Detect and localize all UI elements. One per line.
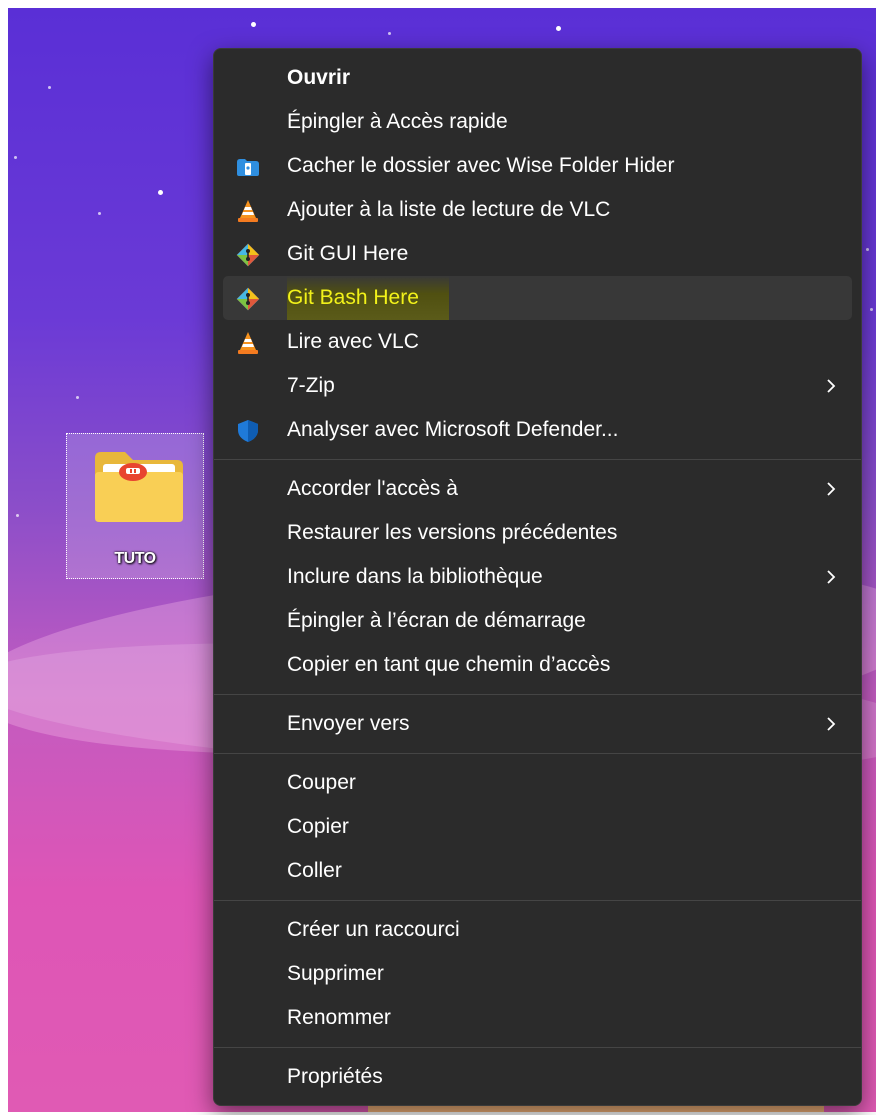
chevron-right-icon [824, 378, 838, 394]
menu-item-label: Inclure dans la bibliothèque [287, 565, 543, 588]
menu-item-git-bash-here[interactable]: Git Bash Here [223, 276, 852, 320]
wallpaper-star [870, 308, 873, 311]
menu-item-label: Restaurer les versions précédentes [287, 521, 618, 544]
menu-item-ouvrir[interactable]: Ouvrir [223, 56, 852, 100]
menu-item-coller[interactable]: Coller [223, 849, 852, 893]
menu-item-label: Ajouter à la liste de lecture de VLC [287, 198, 611, 221]
taskbar-edge [368, 1106, 824, 1112]
vlc-icon [235, 198, 261, 224]
menu-item-proprietes[interactable]: Propriétés [223, 1055, 852, 1099]
menu-item-label: Supprimer [287, 962, 384, 985]
menu-item-analyser-avec-microsoft-defender[interactable]: Analyser avec Microsoft Defender... [223, 408, 852, 452]
menu-separator [214, 753, 861, 754]
vlc-icon [235, 330, 261, 356]
wallpaper-star [556, 26, 561, 31]
menu-item-label: Épingler à l’écran de démarrage [287, 609, 586, 632]
menu-item-creer-un-raccourci[interactable]: Créer un raccourci [223, 908, 852, 952]
chevron-right-icon [824, 716, 838, 732]
wallpaper-star [388, 32, 391, 35]
menu-item-copier-en-tant-que-chemin-d-acces[interactable]: Copier en tant que chemin d’accès [223, 643, 852, 687]
menu-item-label: Accorder l'accès à [287, 477, 458, 500]
chevron-right-icon [824, 569, 838, 585]
menu-item-git-gui-here[interactable]: Git GUI Here [223, 232, 852, 276]
menu-item-ajouter-a-la-liste-de-lecture-de-vlc[interactable]: Ajouter à la liste de lecture de VLC [223, 188, 852, 232]
menu-item-renommer[interactable]: Renommer [223, 996, 852, 1040]
git-icon [235, 242, 261, 268]
menu-item-label: Propriétés [287, 1065, 383, 1088]
menu-item-cacher-le-dossier-avec-wise-folder-hider[interactable]: Cacher le dossier avec Wise Folder Hider [223, 144, 852, 188]
menu-item-supprimer[interactable]: Supprimer [223, 952, 852, 996]
desktop-folder-tuto[interactable]: TUTO [66, 433, 204, 579]
defender-shield-icon [235, 418, 261, 444]
folder-icon [93, 448, 185, 524]
menu-item-lire-avec-vlc[interactable]: Lire avec VLC [223, 320, 852, 364]
menu-item-label: Git GUI Here [287, 242, 409, 265]
menu-item-label: Couper [287, 771, 356, 794]
menu-item-inclure-dans-la-bibliotheque[interactable]: Inclure dans la bibliothèque [223, 555, 852, 599]
menu-item-restaurer-les-versions-precedentes[interactable]: Restaurer les versions précédentes [223, 511, 852, 555]
menu-item-label: Coller [287, 859, 342, 882]
menu-separator [214, 900, 861, 901]
menu-item-label: Git Bash Here [287, 276, 449, 320]
menu-item-label: Ouvrir [287, 66, 351, 89]
menu-item-epingler-a-acces-rapide[interactable]: Épingler à Accès rapide [223, 100, 852, 144]
menu-item-label: Lire avec VLC [287, 330, 419, 353]
context-menu: Ouvrir Épingler à Accès rapide Cacher le d… [213, 48, 862, 1106]
menu-item-label: Analyser avec Microsoft Defender... [287, 418, 619, 441]
menu-item-7-zip[interactable]: 7-Zip [223, 364, 852, 408]
wallpaper-star [866, 248, 869, 251]
menu-item-epingler-a-l-ecran-de-demarrage[interactable]: Épingler à l’écran de démarrage [223, 599, 852, 643]
menu-item-accorder-l-acces-a[interactable]: Accorder l'accès à [223, 467, 852, 511]
menu-separator [214, 1047, 861, 1048]
menu-item-label: Copier en tant que chemin d’accès [287, 653, 611, 676]
menu-separator [214, 694, 861, 695]
menu-item-envoyer-vers[interactable]: Envoyer vers [223, 702, 852, 746]
menu-item-label: 7-Zip [287, 374, 335, 397]
menu-item-label: Cacher le dossier avec Wise Folder Hider [287, 154, 675, 177]
wise-folder-hider-icon [235, 154, 261, 180]
menu-item-couper[interactable]: Couper [223, 761, 852, 805]
wallpaper-star [48, 86, 51, 89]
menu-item-label: Créer un raccourci [287, 918, 460, 941]
menu-item-label: Épingler à Accès rapide [287, 110, 508, 133]
wallpaper-star [251, 22, 256, 27]
chevron-right-icon [824, 481, 838, 497]
wallpaper-star [98, 212, 101, 215]
menu-item-label: Copier [287, 815, 349, 838]
folder-name: TUTO [114, 550, 156, 567]
git-icon [235, 286, 261, 312]
menu-item-label: Envoyer vers [287, 712, 410, 735]
menu-item-copier[interactable]: Copier [223, 805, 852, 849]
wallpaper-star [16, 514, 19, 517]
wallpaper-star [76, 396, 79, 399]
menu-item-label: Renommer [287, 1006, 391, 1029]
wallpaper-star [158, 190, 163, 195]
menu-separator [214, 459, 861, 460]
wallpaper-star [14, 156, 17, 159]
